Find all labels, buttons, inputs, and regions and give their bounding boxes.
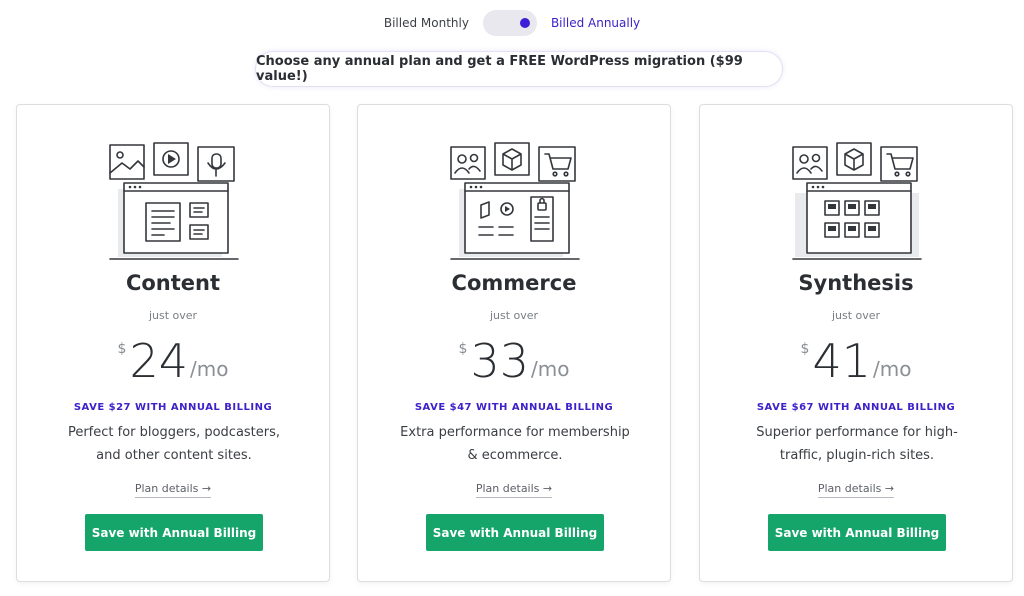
price: $ 41 /mo bbox=[700, 333, 1012, 389]
just-over-label: just over bbox=[148, 309, 198, 322]
migration-promo-banner: Choose any annual plan and get a FREE Wo… bbox=[256, 52, 782, 86]
price-amount: 33 bbox=[470, 334, 529, 388]
toggle-knob bbox=[519, 18, 530, 28]
plan-details-link[interactable]: Plan details → bbox=[134, 482, 212, 498]
just-over-label: just over bbox=[831, 309, 881, 322]
plan-name: Content bbox=[125, 271, 221, 295]
billing-toggle[interactable] bbox=[482, 10, 537, 36]
cart-icon bbox=[880, 146, 918, 182]
plan-details-link[interactable]: Plan details → bbox=[475, 482, 553, 498]
commerce-plan-illustration bbox=[450, 142, 580, 260]
plan-description: Superior performance for high-traffic, p… bbox=[756, 425, 958, 463]
billed-monthly-label[interactable]: Billed Monthly bbox=[384, 16, 469, 30]
save-annual-billing-button[interactable]: Save with Annual Billing bbox=[85, 514, 263, 551]
plan-name: Synthesis bbox=[798, 271, 914, 295]
billed-annually-label[interactable]: Billed Annually bbox=[551, 16, 640, 30]
price-amount: 24 bbox=[129, 334, 188, 388]
currency-symbol: $ bbox=[458, 341, 468, 357]
cart-icon bbox=[538, 146, 576, 182]
currency-symbol: $ bbox=[117, 341, 127, 357]
play-icon bbox=[153, 142, 189, 176]
box-icon bbox=[836, 142, 872, 176]
plan-description: Extra performance for membership & ecomm… bbox=[400, 425, 630, 463]
just-over-label: just over bbox=[489, 309, 539, 322]
box-icon bbox=[494, 142, 530, 176]
plan-card-commerce: Commerce just over $ 33 /mo SAVE $47 WIT… bbox=[357, 104, 671, 582]
users-icon bbox=[792, 146, 828, 180]
plan-card-content: Content just over $ 24 /mo SAVE $27 WITH… bbox=[16, 104, 330, 582]
microphone-icon bbox=[197, 146, 235, 182]
users-icon bbox=[450, 146, 486, 180]
plan-description: Perfect for bloggers, podcasters, and ot… bbox=[67, 425, 281, 463]
billing-toggle-row: Billed Monthly Billed Annually bbox=[0, 10, 1024, 36]
content-plan-illustration bbox=[109, 142, 239, 260]
price-amount: 41 bbox=[812, 334, 871, 388]
savings-label: SAVE $27 WITH ANNUAL BILLING bbox=[73, 402, 273, 413]
price: $ 24 /mo bbox=[17, 333, 329, 389]
plan-name: Commerce bbox=[451, 271, 577, 295]
synthesis-plan-illustration bbox=[792, 142, 922, 260]
save-annual-billing-button[interactable]: Save with Annual Billing bbox=[426, 514, 604, 551]
plan-details-link[interactable]: Plan details → bbox=[817, 482, 895, 498]
savings-label: SAVE $67 WITH ANNUAL BILLING bbox=[756, 402, 956, 413]
price-period: /mo bbox=[531, 357, 570, 381]
plan-card-synthesis: Synthesis just over $ 41 /mo SAVE $67 WI… bbox=[699, 104, 1013, 582]
price-period: /mo bbox=[190, 357, 229, 381]
savings-label: SAVE $47 WITH ANNUAL BILLING bbox=[414, 402, 614, 413]
price-period: /mo bbox=[873, 357, 912, 381]
currency-symbol: $ bbox=[800, 341, 810, 357]
image-icon bbox=[109, 144, 145, 180]
price: $ 33 /mo bbox=[358, 333, 670, 389]
save-annual-billing-button[interactable]: Save with Annual Billing bbox=[768, 514, 946, 551]
